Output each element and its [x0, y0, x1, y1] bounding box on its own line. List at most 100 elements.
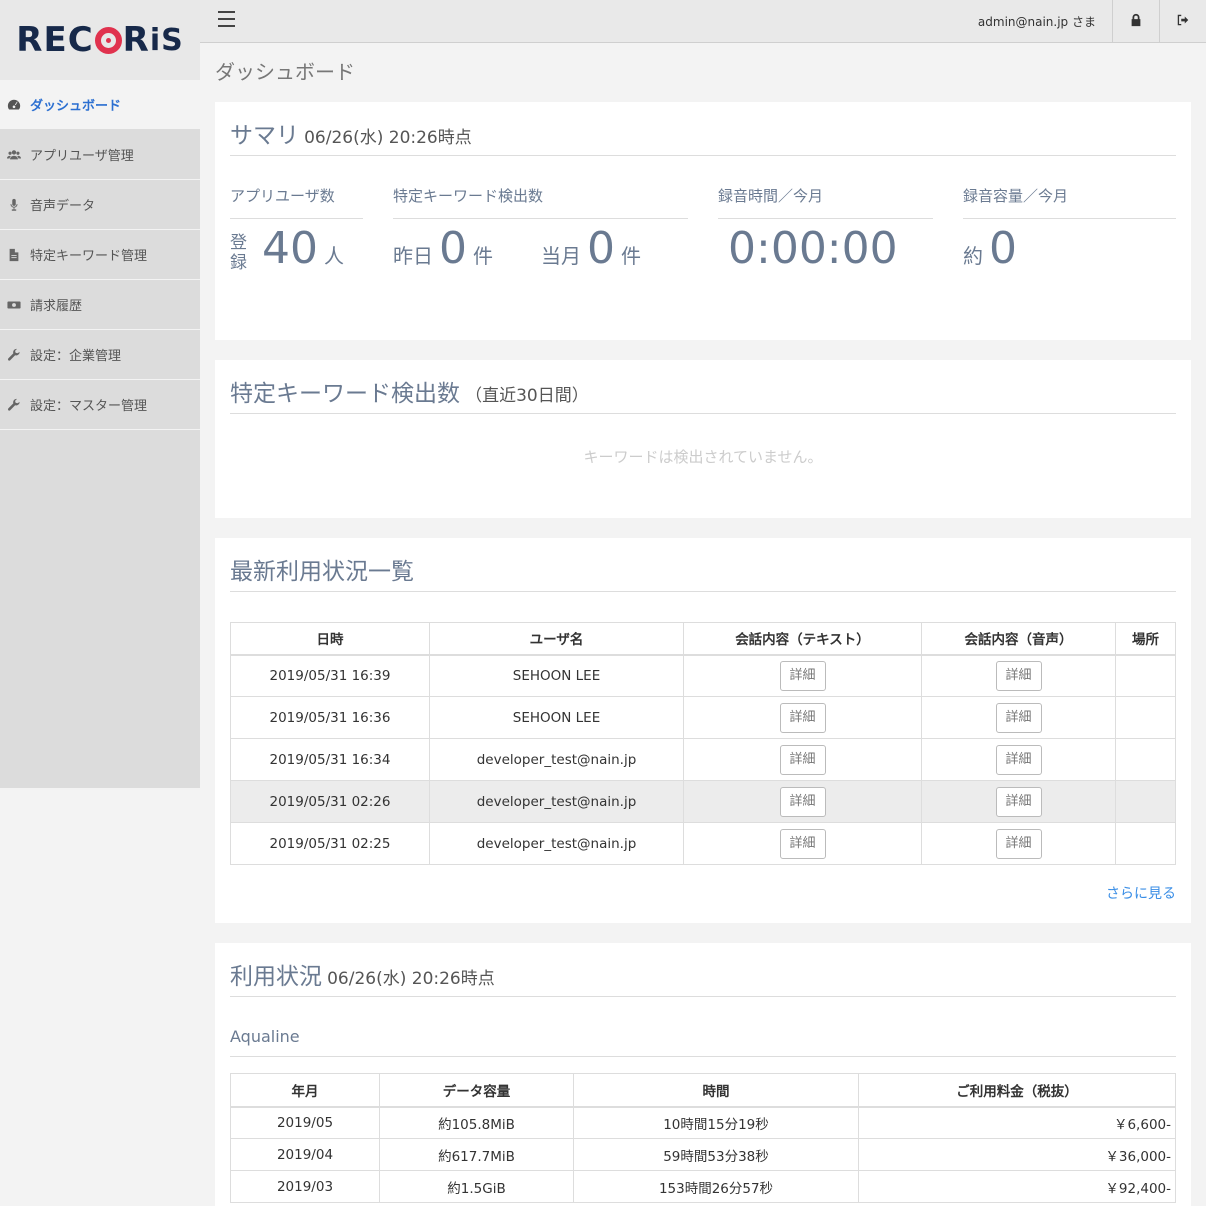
table-row: 2019/03 約1.5GiB 153時間26分57秒 ￥92,400-	[230, 1170, 1176, 1203]
sidebar-item-dashboard[interactable]: ダッシュボード	[0, 80, 200, 130]
see-more-link[interactable]: さらに見る	[230, 883, 1176, 903]
usage-header: 利用状況 06/26(水) 20:26時点	[230, 943, 1176, 997]
cell-place	[1115, 738, 1176, 781]
cell-time: 59時間53分38秒	[573, 1138, 859, 1171]
cell-time: 153時間26分57秒	[573, 1170, 859, 1203]
logo-ring-icon	[94, 26, 122, 54]
col-month: 年月	[230, 1073, 380, 1108]
col-size: データ容量	[379, 1073, 574, 1108]
cell-voice: 詳細	[921, 822, 1116, 865]
stat-app-users: アプリユーザ数 登録 40 人	[230, 185, 363, 275]
table-row: 2019/05/31 02:25 developer_test@nain.jp 詳細…	[230, 822, 1176, 865]
voice-detail-button[interactable]: 詳細	[995, 786, 1042, 817]
cell-time: 10時間15分19秒	[573, 1106, 859, 1139]
cell-user: developer_test@nain.jp	[429, 738, 684, 781]
cell-voice: 詳細	[921, 654, 1116, 697]
logout-button[interactable]	[1159, 0, 1206, 43]
cell-month: 2019/03	[230, 1170, 380, 1203]
col-voice: 会話内容（音声）	[921, 622, 1116, 656]
usage-panel: 利用状況 06/26(水) 20:26時点 Aqualine 年月 データ容量 …	[215, 943, 1191, 1206]
recent-usage-panel: 最新利用状況一覧 日時 ユーザ名 会話内容（テキスト） 会話内容（音声） 場所 …	[215, 538, 1191, 923]
cell-price: ￥92,400-	[858, 1170, 1176, 1203]
text-detail-button[interactable]: 詳細	[779, 786, 826, 817]
cell-user: SEHOON LEE	[429, 696, 684, 739]
cell-month: 2019/05	[230, 1106, 380, 1139]
sidebar-item-voice-data[interactable]: 音声データ	[0, 180, 200, 230]
sidebar-item-billing-history[interactable]: 請求履歴	[0, 280, 200, 330]
cell-datetime: 2019/05/31 02:26	[230, 780, 430, 823]
cell-place	[1115, 696, 1176, 739]
menu-toggle-icon[interactable]	[218, 11, 235, 29]
text-detail-button[interactable]: 詳細	[779, 744, 826, 775]
wrench-icon	[6, 397, 22, 413]
col-text: 会話内容（テキスト）	[683, 622, 922, 656]
top-bar: admin@nain.jp さま	[200, 0, 1206, 43]
sidebar: REC RiS ダッシュボード アプリユーザ管理 音声データ 特定キーワード管理 …	[0, 0, 200, 788]
cell-month: 2019/04	[230, 1138, 380, 1171]
logo-area[interactable]: REC RiS	[0, 0, 200, 80]
cell-size: 約617.7MiB	[379, 1138, 574, 1171]
company-name: Aqualine	[230, 997, 1176, 1057]
col-user: ユーザ名	[429, 622, 684, 656]
recoris-logo: REC RiS	[16, 20, 184, 60]
text-detail-button[interactable]: 詳細	[779, 702, 826, 733]
summary-header: サマリ 06/26(水) 20:26時点	[230, 102, 1176, 156]
table-row: 2019/04 約617.7MiB 59時間53分38秒 ￥36,000-	[230, 1138, 1176, 1171]
money-icon	[6, 297, 22, 313]
text-detail-button[interactable]: 詳細	[779, 828, 826, 859]
keyword-header: 特定キーワード検出数 （直近30日間）	[230, 360, 1176, 414]
cell-price: ￥6,600-	[858, 1106, 1176, 1139]
page-title: ダッシュボード	[215, 60, 355, 84]
cell-voice: 詳細	[921, 738, 1116, 781]
keyword-empty-message: キーワードは検出されていません。	[583, 448, 823, 466]
usage-table: 年月 データ容量 時間 ご利用料金（税抜） 2019/05 約105.8MiB 10…	[230, 1073, 1176, 1203]
document-icon	[6, 247, 22, 263]
cell-datetime: 2019/05/31 16:36	[230, 696, 430, 739]
recent-usage-table: 日時 ユーザ名 会話内容（テキスト） 会話内容（音声） 場所 2019/05/3…	[230, 622, 1176, 865]
microphone-icon	[6, 197, 22, 213]
cell-price: ￥36,000-	[858, 1138, 1176, 1171]
cell-size: 約105.8MiB	[379, 1106, 574, 1139]
col-place: 場所	[1115, 622, 1176, 656]
cell-text: 詳細	[683, 822, 922, 865]
table-row: 2019/05 約105.8MiB 10時間15分19秒 ￥6,600-	[230, 1106, 1176, 1139]
col-datetime: 日時	[230, 622, 430, 656]
stat-recording-time: 録音時間／今月 0:00:00	[718, 185, 933, 275]
cell-voice: 詳細	[921, 696, 1116, 739]
cell-place	[1115, 780, 1176, 823]
table-row: 2019/05/31 02:26 developer_test@nain.jp 詳細…	[230, 780, 1176, 823]
sidebar-item-app-users[interactable]: アプリユーザ管理	[0, 130, 200, 180]
stat-keyword-count: 特定キーワード検出数 昨日 0 件 当月 0 件	[393, 185, 688, 275]
stat-recording-size: 録音容量／今月 約 0	[963, 185, 1176, 275]
col-price: ご利用料金（税抜）	[858, 1073, 1176, 1108]
table-row: 2019/05/31 16:34 developer_test@nain.jp 詳細…	[230, 738, 1176, 781]
recent-header: 最新利用状況一覧	[230, 538, 1176, 592]
voice-detail-button[interactable]: 詳細	[995, 660, 1042, 691]
voice-detail-button[interactable]: 詳細	[995, 702, 1042, 733]
cell-text: 詳細	[683, 738, 922, 781]
cell-size: 約1.5GiB	[379, 1170, 574, 1203]
dashboard-icon	[6, 97, 22, 113]
cell-text: 詳細	[683, 696, 922, 739]
cell-place	[1115, 654, 1176, 697]
table-row: 2019/05/31 16:36 SEHOON LEE 詳細 詳細	[230, 696, 1176, 739]
text-detail-button[interactable]: 詳細	[779, 660, 826, 691]
voice-detail-button[interactable]: 詳細	[995, 744, 1042, 775]
cell-datetime: 2019/05/31 02:25	[230, 822, 430, 865]
sidebar-item-master-settings[interactable]: 設定：マスター管理	[0, 380, 200, 430]
voice-detail-button[interactable]: 詳細	[995, 828, 1042, 859]
sidebar-item-keyword-management[interactable]: 特定キーワード管理	[0, 230, 200, 280]
user-name: admin@nain.jp さま	[977, 15, 1096, 29]
sidebar-item-company-settings[interactable]: 設定：企業管理	[0, 330, 200, 380]
table-row: 2019/05/31 16:39 SEHOON LEE 詳細 詳細	[230, 654, 1176, 697]
cell-voice: 詳細	[921, 780, 1116, 823]
wrench-icon	[6, 347, 22, 363]
summary-panel: サマリ 06/26(水) 20:26時点 アプリユーザ数 登録 40 人 特定キ…	[215, 102, 1191, 340]
cell-user: SEHOON LEE	[429, 654, 684, 697]
cell-datetime: 2019/05/31 16:39	[230, 654, 430, 697]
cell-text: 詳細	[683, 654, 922, 697]
users-icon	[6, 147, 22, 163]
sign-out-icon	[1176, 12, 1190, 31]
cell-place	[1115, 822, 1176, 865]
lock-button[interactable]	[1112, 0, 1159, 43]
